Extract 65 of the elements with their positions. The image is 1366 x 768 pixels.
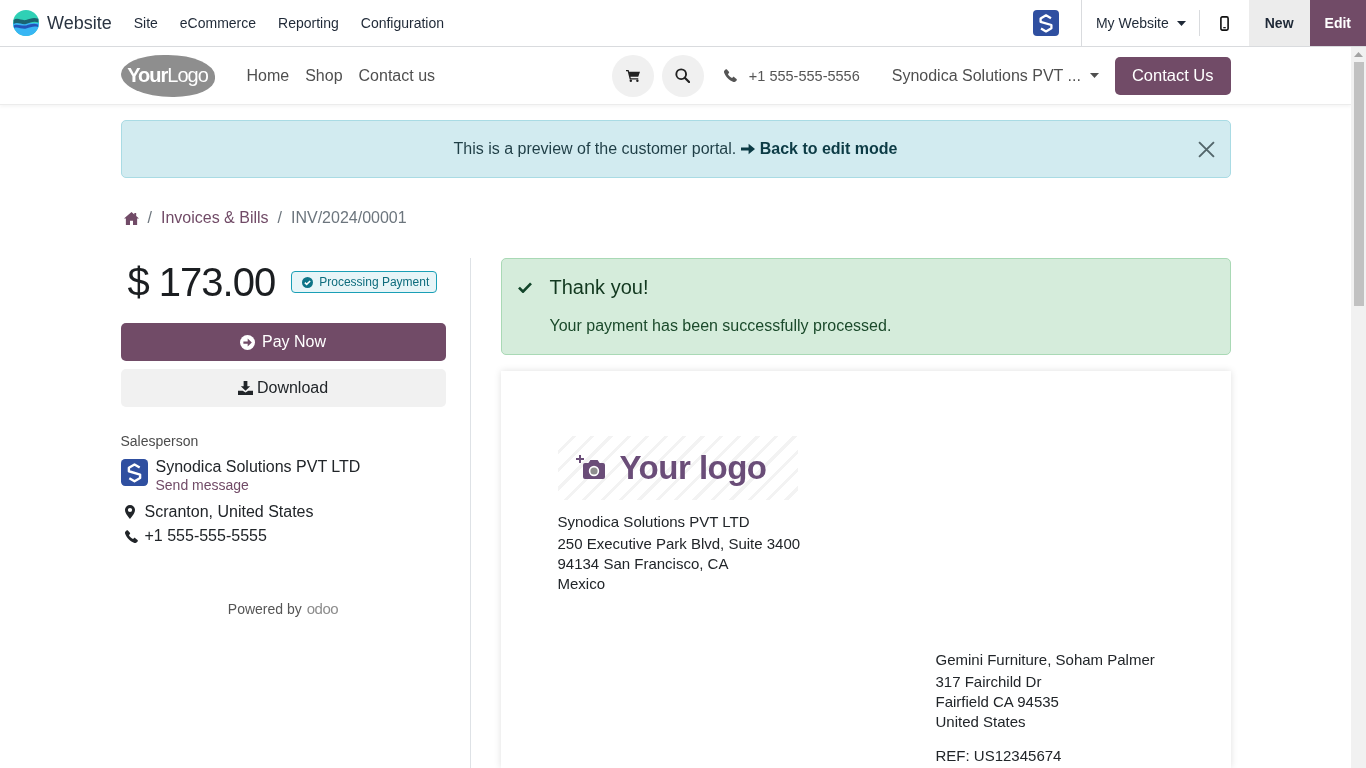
caret-icon: [1089, 73, 1099, 78]
company-logo-icon: [120, 459, 148, 486]
menu-item[interactable]: Reporting: [267, 0, 350, 46]
address-line: United States: [935, 712, 1026, 732]
camera-plus-icon: [575, 455, 606, 481]
address-line: Synodica Solutions PVT LTD: [557, 512, 750, 532]
salesperson-heading: Salesperson: [120, 433, 199, 449]
menu-item[interactable]: eCommerce: [168, 0, 268, 46]
map-pin-icon: [124, 505, 135, 519]
powered-by-text: Powered by: [227, 601, 302, 617]
address-line: Gemini Furniture, Soham Palmer: [935, 650, 1155, 670]
phone-icon: [723, 69, 737, 82]
back-to-edit-link[interactable]: Back to edit mode: [740, 140, 898, 157]
phone-link[interactable]: +1 555-555-5556: [748, 67, 860, 84]
address-line: 250 Executive Park Blvd, Suite 3400: [557, 534, 801, 554]
pay-now-button[interactable]: Pay Now: [120, 323, 446, 361]
close-button[interactable]: [1197, 141, 1215, 158]
alert-message: Your payment has been successfully processed.: [549, 317, 892, 335]
nav-link[interactable]: Contact us: [350, 66, 444, 85]
amount-total: $ 173.00: [126, 259, 276, 305]
address-line: 317 Fairchild Dr: [935, 672, 1042, 692]
arrow-right-icon: [740, 143, 755, 155]
cart-icon: [625, 69, 640, 82]
send-message-link[interactable]: Send message: [155, 476, 249, 494]
website-selector[interactable]: My Website: [1081, 0, 1199, 46]
nav-link[interactable]: Shop: [297, 66, 351, 85]
location-text: Scranton, United States: [144, 503, 314, 521]
breadcrumb-link[interactable]: Invoices & Bills: [160, 209, 269, 227]
reference-text: REF: US12345674: [935, 746, 1062, 766]
caret-icon: [1176, 20, 1186, 26]
phone-icon: [124, 529, 138, 543]
breadcrumb-separator: /: [146, 209, 153, 227]
menu-item[interactable]: Site: [122, 0, 169, 46]
phone-text: +1 555-555-5555: [144, 527, 267, 545]
scrollbar-thumb[interactable]: [1353, 62, 1364, 306]
close-icon: [1197, 141, 1215, 158]
check-icon: [517, 281, 532, 293]
home-icon[interactable]: [123, 211, 139, 225]
search-icon: [675, 68, 691, 83]
contact-us-button[interactable]: Contact Us: [1114, 56, 1231, 95]
download-button[interactable]: Download: [120, 369, 446, 407]
breadcrumb-current: INV/2024/00001: [291, 209, 407, 227]
new-button[interactable]: New: [1248, 0, 1310, 46]
alert-title: Thank you!: [549, 275, 649, 299]
company-selector[interactable]: Synodica Solutions PVT ...: [891, 66, 1099, 85]
scrollbar[interactable]: [1351, 47, 1366, 768]
brand-logo-link[interactable]: odoo: [306, 600, 339, 617]
address-line: Fairfield CA 94535: [935, 692, 1059, 712]
salesperson-name: Synodica Solutions PVT LTD: [155, 458, 361, 476]
alert-message: This is a preview of the customer portal. Back to edit mode: [453, 140, 898, 158]
company-logo-icon[interactable]: [1032, 10, 1059, 36]
wave-logo-icon[interactable]: [13, 10, 39, 36]
breadcrumb-separator: /: [276, 209, 283, 227]
status-label: Processing Payment: [319, 275, 430, 289]
edit-button[interactable]: Edit: [1309, 0, 1366, 46]
arrow-circle-icon: [240, 334, 255, 350]
check-circle-icon: [302, 276, 314, 288]
address-line: Mexico: [557, 574, 605, 594]
address-line: 94134 San Francisco, CA: [557, 554, 729, 574]
menu-item[interactable]: Configuration: [349, 0, 456, 46]
mobile-phone-icon: [1219, 15, 1229, 31]
download-icon: [237, 381, 253, 395]
logo-text: Your logo: [619, 449, 767, 487]
app-name: Website: [47, 12, 112, 34]
nav-link[interactable]: Home: [238, 66, 298, 85]
